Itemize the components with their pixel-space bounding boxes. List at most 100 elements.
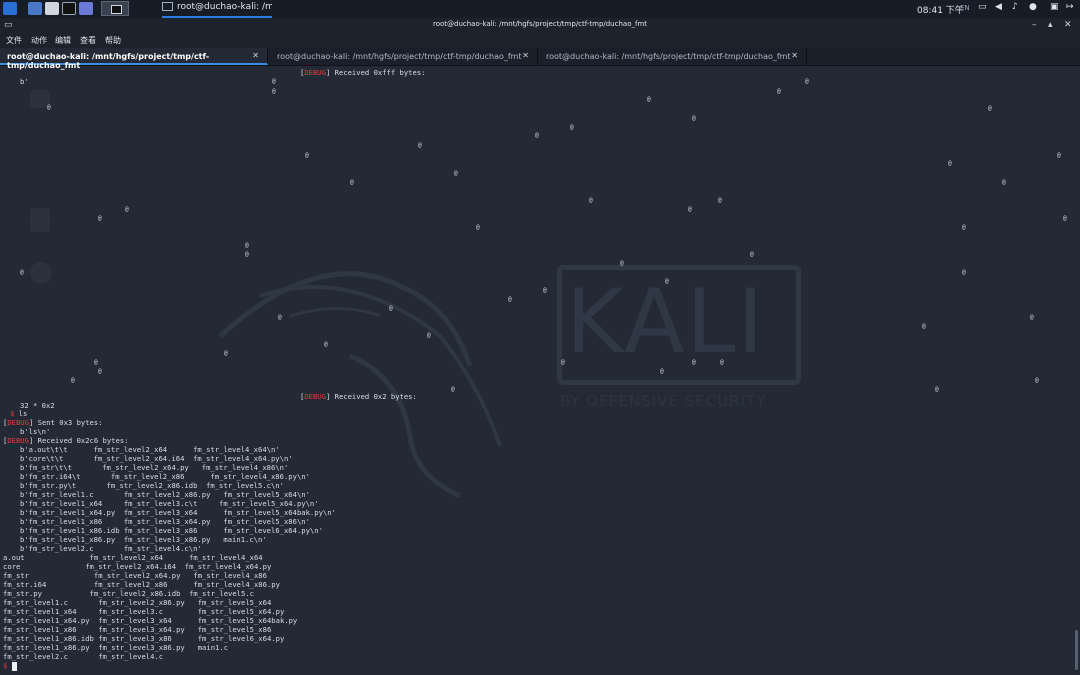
debug-tag: DEBUG [304,392,326,401]
at-char: @ [750,251,754,258]
tab-terminal-1[interactable]: root@duchao-kali: /mnt/hgfs/project/tmp/… [0,48,268,70]
at-char: @ [476,224,480,231]
lock-icon[interactable]: ▣ [1050,2,1059,12]
tab-close-icon[interactable]: ✕ [791,51,798,60]
debug-message: Sent 0x3 bytes: [33,418,103,427]
at-char: @ [427,332,431,339]
tab-terminal-3[interactable]: root@duchao-kali: /mnt/hgfs/project/tmp/… [539,48,807,65]
at-char: @ [47,104,51,111]
ls-line: fm_str_level1_x86.py fm_str_level3_x86.p… [3,643,229,652]
power-icon[interactable]: ● [1029,2,1037,12]
at-char: @ [561,359,565,366]
at-char: @ [305,152,309,159]
bytes-line: b'fm_str.i64\t fm_str_level2_x86 fm_str_… [20,472,310,481]
volume-icon[interactable]: ◀ [995,2,1002,12]
ls-line: a.out fm_str_level2_x64 fm_str_level4_x6… [3,553,263,562]
at-char: @ [20,269,24,276]
minimize-icon[interactable]: – [1032,20,1037,30]
terminal-scrollbar[interactable] [1075,630,1078,670]
output-line: b'ls\n' [20,427,51,436]
at-char: @ [988,105,992,112]
menu-action[interactable]: 动作 [31,35,47,46]
window-titlebar[interactable]: ▭ root@duchao-kali: /mnt/hgfs/project/tm… [0,18,1080,33]
top-taskbar: root@duchao-kali: /mnt/... 08:41 下午 EN ▭… [0,0,1080,19]
at-char: @ [1002,179,1006,186]
at-char: @ [94,359,98,366]
terminal-launcher-icon[interactable] [28,2,42,15]
ls-line: fm_str_level2.c fm_str_level4.c [3,652,164,661]
debug-tag: DEBUG [7,418,29,427]
tab-close-icon[interactable]: ✕ [252,51,259,60]
window-icon [162,2,173,11]
at-char: @ [71,377,75,384]
notification-bell-icon[interactable]: ♪ [1012,2,1018,12]
at-char: @ [451,386,455,393]
close-icon[interactable]: ✕ [1064,20,1072,30]
debug-message: Received 0x2 bytes: [330,392,417,401]
at-char: @ [98,368,102,375]
at-char: @ [589,197,593,204]
at-char: @ [454,170,458,177]
bytes-line: b'core\t\t fm_str_level2_x64.i64 fm_str_… [20,454,293,463]
at-char: @ [224,350,228,357]
ls-line: core fm_str_level2_x64.i64 fm_str_level4… [3,562,272,571]
tab-close-icon[interactable]: ✕ [522,51,529,60]
ls-line: fm_str_level1_x86.idb fm_str_level3_x86 … [3,634,285,643]
at-char: @ [692,359,696,366]
at-char: @ [350,179,354,186]
menu-help[interactable]: 帮助 [105,35,121,46]
debug-tag: DEBUG [7,436,29,445]
command-text: ls [14,409,28,418]
at-char: @ [1030,314,1034,321]
command-line: $ ls [10,409,27,418]
at-char: @ [718,197,722,204]
display-icon[interactable]: ▭ [978,2,987,12]
at-char: @ [1063,215,1067,222]
menubar: 文件 动作 编辑 查看 帮助 [0,33,1080,48]
tab-bar: root@duchao-kali: /mnt/hgfs/project/tmp/… [0,48,1080,70]
workspace-button[interactable] [101,1,129,16]
ls-line: fm_str_level1_x86 fm_str_level3_x64.py f… [3,625,272,634]
at-char: @ [1057,152,1061,159]
bytes-line: b'fm_str_level1_x86 fm_str_level3_x64.py… [20,517,310,526]
debug-message: Received 0x2c6 bytes: [33,436,129,445]
at-char: @ [777,88,781,95]
logout-icon[interactable]: ↦ [1066,2,1074,12]
maximize-icon[interactable]: ▴ [1048,20,1053,30]
keyboard-layout[interactable]: EN [960,4,970,12]
browser-icon[interactable] [79,2,93,15]
bytes-line: b'fm_str.py\t fm_str_level2_x86.idb fm_s… [20,481,284,490]
at-char: @ [692,115,696,122]
file-manager-icon[interactable] [45,2,59,15]
desktop-icon [30,208,50,232]
ls-line: fm_str_level1_x64.py fm_str_level3_x64 f… [3,616,298,625]
clock[interactable]: 08:41 下午 [917,3,964,16]
debug-sent-3: [DEBUG] Sent 0x3 bytes: [3,418,103,427]
at-char: @ [543,287,547,294]
bytes-line: b'fm_str\t\t fm_str_level2_x64.py fm_str… [20,463,289,472]
at-char: @ [570,124,574,131]
tab-terminal-2[interactable]: root@duchao-kali: /mnt/hgfs/project/tmp/… [270,48,538,65]
debug-message: Received 0xfff bytes: [330,68,426,77]
window-title: root@duchao-kali: /mnt/hgfs/project/tmp/… [432,20,648,28]
at-char: @ [508,296,512,303]
menu-edit[interactable]: 编辑 [55,35,71,46]
menu-view[interactable]: 查看 [80,35,96,46]
at-char: @ [535,132,539,139]
at-char: @ [665,278,669,285]
kali-logo-subtitle: BY OFFENSIVE SECURITY [560,392,767,410]
ls-line: fm_str fm_str_level2_x64.py fm_str_level… [3,571,267,580]
at-char: @ [272,88,276,95]
taskbar-window-button[interactable]: root@duchao-kali: /mnt/... [162,2,272,18]
at-char: @ [245,242,249,249]
ls-line: fm_str.i64 fm_str_level2_x86 fm_str_leve… [3,580,280,589]
bytes-line: b'fm_str_level1_x86.py fm_str_level3_x86… [20,535,267,544]
tab-label: root@duchao-kali: /mnt/hgfs/project/tmp/… [277,52,522,61]
at-char: @ [647,96,651,103]
menu-file[interactable]: 文件 [6,35,22,46]
kali-menu-icon[interactable] [3,2,17,15]
bytes-line: b'a.out\t\t fm_str_level2_x64 fm_str_lev… [20,445,280,454]
terminal-icon[interactable] [62,2,76,15]
at-char: @ [418,142,422,149]
at-char: @ [125,206,129,213]
